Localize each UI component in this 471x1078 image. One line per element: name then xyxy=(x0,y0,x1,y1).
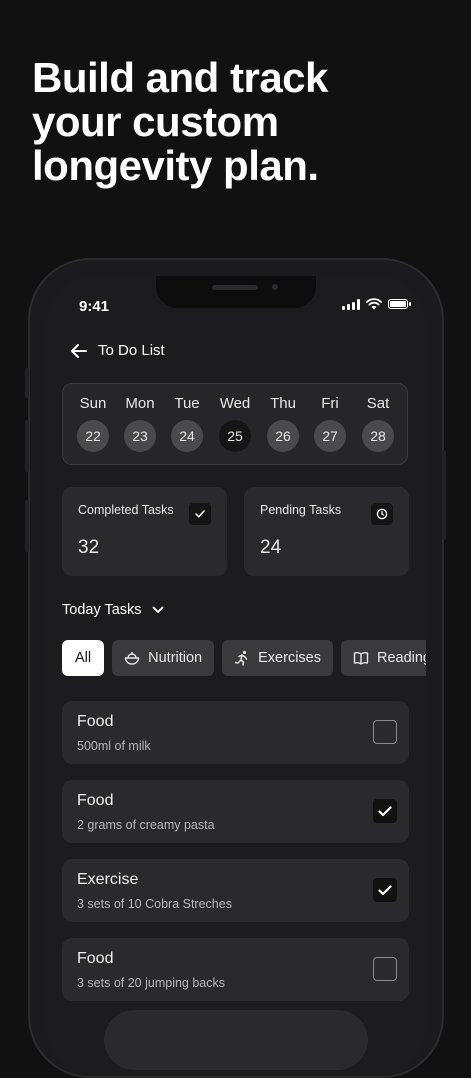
task-title: Food xyxy=(77,950,114,967)
bowl-icon xyxy=(124,652,140,665)
book-icon xyxy=(353,652,369,665)
day-name: Mon xyxy=(125,395,155,412)
phone-volume-up-button xyxy=(25,420,29,472)
task-title: Food xyxy=(77,713,114,730)
task-item[interactable]: Exercise 3 sets of 10 Cobra Streches xyxy=(62,859,409,922)
day-name: Sat xyxy=(366,395,390,412)
day-sat[interactable]: Sat 28 xyxy=(358,395,398,452)
pending-tasks-value: 24 xyxy=(260,537,282,558)
task-description: 2 grams of creamy pasta xyxy=(77,818,215,832)
task-item[interactable]: Food 2 grams of creamy pasta xyxy=(62,780,409,843)
week-calendar: Sun 22 Mon 23 Tue 24 Wed 25 Thu 26 Fri 2… xyxy=(62,383,408,465)
pending-tasks-card[interactable]: Pending Tasks 24 xyxy=(244,487,409,576)
nav-bar: To Do List xyxy=(70,342,165,359)
day-name: Sun xyxy=(79,395,107,412)
completed-tasks-label: Completed Tasks xyxy=(78,503,174,517)
day-name: Fri xyxy=(321,395,339,412)
day-number: 24 xyxy=(171,420,203,452)
filter-reading[interactable]: Reading xyxy=(340,640,426,676)
phone-power-button xyxy=(442,450,446,540)
completed-tasks-value: 32 xyxy=(78,537,100,558)
checkmark-icon xyxy=(378,805,392,816)
page-title: To Do List xyxy=(98,342,165,359)
day-mon[interactable]: Mon 23 xyxy=(120,395,160,452)
day-name: Thu xyxy=(270,395,296,412)
filter-label: Reading xyxy=(376,650,426,666)
notch xyxy=(156,276,316,308)
task-description: 500ml of milk xyxy=(77,739,151,753)
task-description: 3 sets of 10 Cobra Streches xyxy=(77,897,232,911)
day-fri[interactable]: Fri 27 xyxy=(310,395,350,452)
filter-label: Nutrition xyxy=(148,650,203,666)
day-number: 25 xyxy=(219,420,251,452)
headline-line-3: longevity plan. xyxy=(32,142,319,189)
task-title: Food xyxy=(77,792,114,809)
headline-line-2: your custom xyxy=(32,98,279,145)
filter-label: Exercises xyxy=(258,650,321,666)
filter-chips: All Nutrition Exercises Reading xyxy=(62,640,426,676)
pending-tasks-label: Pending Tasks xyxy=(260,503,342,517)
speaker xyxy=(212,285,258,290)
clock-icon xyxy=(371,503,393,525)
day-number: 27 xyxy=(314,420,346,452)
day-wed[interactable]: Wed 25 xyxy=(215,395,255,452)
filter-all[interactable]: All xyxy=(62,640,105,676)
headline-line-1: Build and track xyxy=(32,54,328,101)
task-item[interactable]: Food 500ml of milk xyxy=(62,701,409,764)
status-icons xyxy=(342,298,411,310)
headline: Build and track your custom longevity pl… xyxy=(32,56,452,188)
check-icon xyxy=(189,503,211,525)
completed-tasks-card[interactable]: Completed Tasks 32 xyxy=(62,487,227,576)
day-number: 22 xyxy=(77,420,109,452)
day-number: 28 xyxy=(362,420,394,452)
checkmark-icon xyxy=(378,884,392,895)
camera xyxy=(272,284,278,290)
phone-side-button xyxy=(25,368,29,398)
task-checkbox[interactable] xyxy=(373,799,397,823)
day-number: 26 xyxy=(267,420,299,452)
day-number: 23 xyxy=(124,420,156,452)
day-thu[interactable]: Thu 26 xyxy=(263,395,303,452)
task-item[interactable]: Food 3 sets of 20 jumping backs xyxy=(62,938,409,1001)
today-tasks-label: Today Tasks xyxy=(62,602,142,618)
task-title: Exercise xyxy=(77,871,139,888)
task-checkbox[interactable] xyxy=(373,957,397,981)
phone-volume-down-button xyxy=(25,500,29,552)
day-sun[interactable]: Sun 22 xyxy=(73,395,113,452)
task-checkbox[interactable] xyxy=(373,720,397,744)
filter-nutrition[interactable]: Nutrition xyxy=(112,640,215,676)
bottom-nav-bar[interactable] xyxy=(104,1010,368,1070)
day-name: Wed xyxy=(219,395,251,412)
task-description: 3 sets of 20 jumping backs xyxy=(77,976,225,990)
battery-icon xyxy=(388,299,411,309)
wifi-icon xyxy=(366,298,382,310)
chevron-down-icon xyxy=(152,606,163,613)
today-tasks-dropdown[interactable]: Today Tasks xyxy=(62,602,164,618)
filter-label: All xyxy=(75,650,92,666)
signal-icon xyxy=(342,298,360,310)
phone-screen: 9:41 To Do List Sun 22 Mon 23 Tue 24 Wed… xyxy=(46,276,426,1076)
filter-exercises[interactable]: Exercises xyxy=(222,640,333,676)
back-arrow-icon[interactable] xyxy=(70,343,88,359)
day-name: Tue xyxy=(174,395,200,412)
runner-icon xyxy=(234,650,248,666)
day-tue[interactable]: Tue 24 xyxy=(167,395,207,452)
status-time: 9:41 xyxy=(79,298,110,315)
task-checkbox[interactable] xyxy=(373,878,397,902)
